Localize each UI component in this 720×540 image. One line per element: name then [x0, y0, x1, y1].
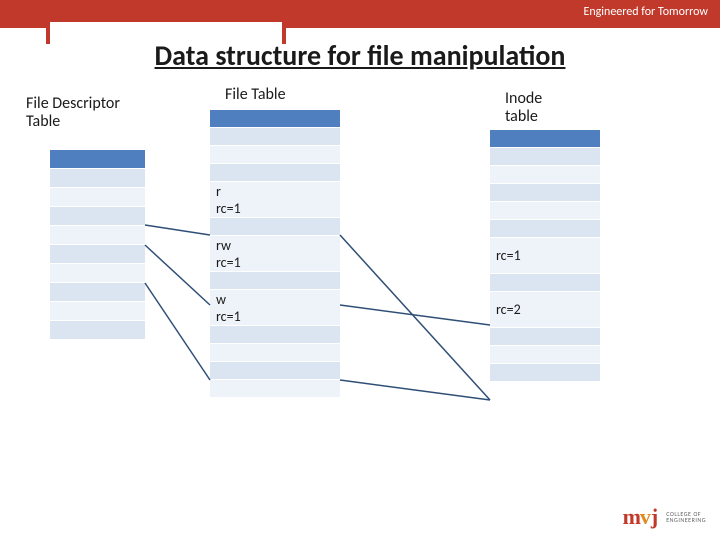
label-inode-table: Inode table	[505, 90, 542, 127]
table-row	[210, 146, 340, 164]
label-file-table: File Table	[225, 86, 286, 104]
table-row: rc=2	[490, 292, 600, 328]
cell-text: rc=1	[490, 238, 600, 273]
table-row	[50, 283, 145, 302]
page-title: Data structure for file manipulation	[0, 38, 720, 73]
table-row	[210, 218, 340, 236]
table-row	[50, 264, 145, 283]
logo-sub: COLLEGE OFENGINEERING	[666, 511, 706, 523]
table-row: rw rc=1	[210, 236, 340, 272]
logo-v: v	[640, 504, 651, 529]
table-row	[50, 188, 145, 207]
table-row	[490, 346, 600, 364]
table-row	[490, 220, 600, 238]
cell-text: w rc=1	[210, 290, 340, 325]
table-header	[490, 130, 600, 148]
table-row	[490, 328, 600, 346]
label-file-descriptor-table: File Descriptor Table	[26, 95, 120, 132]
cell-text: r rc=1	[210, 182, 340, 217]
table-row	[210, 128, 340, 146]
table-header	[50, 150, 145, 169]
cell-text: rc=2	[490, 292, 600, 327]
logo-j: j	[651, 504, 658, 529]
inode-table: rc=1 rc=2	[490, 130, 600, 382]
tagline: Engineered for Tomorrow	[583, 5, 708, 19]
table-row	[210, 362, 340, 380]
table-row: w rc=1	[210, 290, 340, 326]
file-table: r rc=1 rw rc=1 w rc=1	[210, 110, 340, 398]
table-row	[50, 169, 145, 188]
table-row	[490, 148, 600, 166]
table-row	[50, 321, 145, 340]
table-row	[50, 207, 145, 226]
table-row	[490, 202, 600, 220]
table-row	[210, 326, 340, 344]
table-row	[490, 184, 600, 202]
file-descriptor-table	[50, 150, 145, 340]
table-header	[210, 110, 340, 128]
logo: mvj COLLEGE OFENGINEERING	[623, 504, 706, 530]
table-row	[210, 344, 340, 362]
table-row	[490, 364, 600, 382]
logo-m: m	[623, 504, 640, 529]
cell-text: rw rc=1	[210, 236, 340, 271]
table-row	[210, 272, 340, 290]
table-row	[50, 226, 145, 245]
table-row	[50, 245, 145, 264]
table-row	[490, 274, 600, 292]
table-row	[210, 164, 340, 182]
table-row: rc=1	[490, 238, 600, 274]
table-row: r rc=1	[210, 182, 340, 218]
table-row	[210, 380, 340, 398]
table-row	[50, 302, 145, 321]
table-row	[490, 166, 600, 184]
